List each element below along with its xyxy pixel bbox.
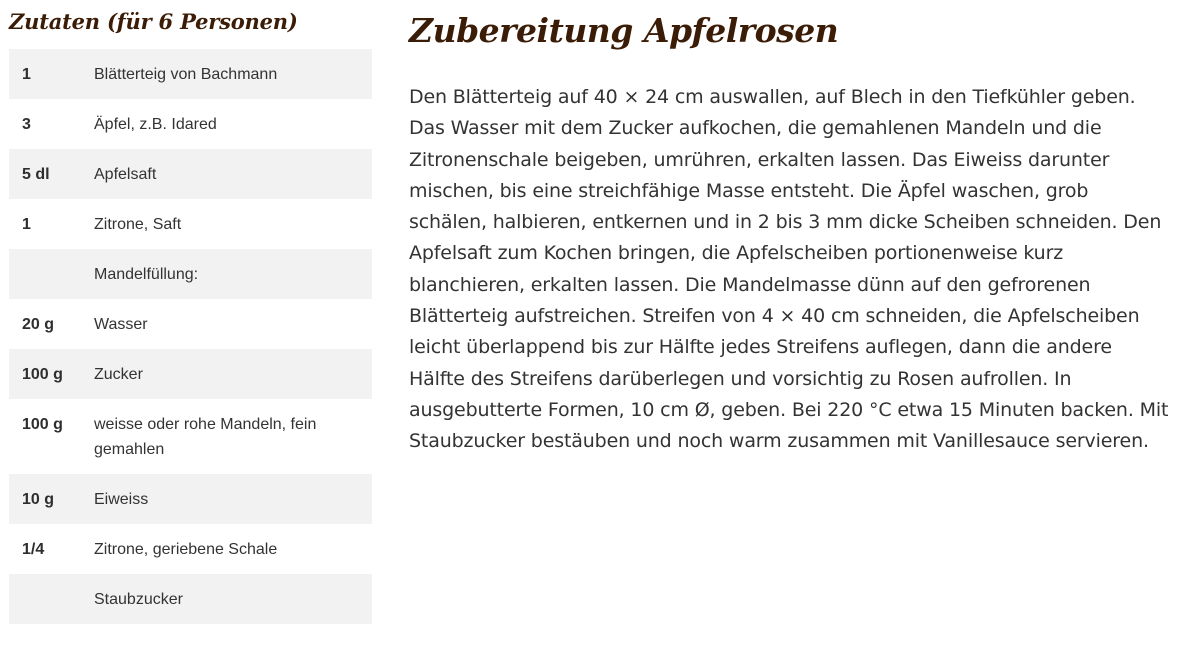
ingredient-quantity: 5 dl: [9, 149, 94, 199]
ingredient-name: Eiweiss: [94, 474, 372, 524]
ingredient-row: 1 Zitrone, Saft: [9, 199, 372, 249]
ingredient-row: 20 g Wasser: [9, 299, 372, 349]
ingredient-quantity: 20 g: [22, 316, 55, 333]
ingredient-name: weisse oder rohe Mandeln, fein gemahlen: [94, 416, 317, 458]
ingredient-row: 100 g Zucker: [9, 349, 372, 399]
ingredient-row: 3 Äpfel, z.B. Idared: [9, 99, 372, 149]
ingredient-quantity: 1: [9, 49, 94, 99]
ingredient-name: Blätterteig von Bachmann: [94, 49, 372, 99]
preparation-text: Den Blätterteig auf 40 × 24 cm auswallen…: [409, 86, 1169, 453]
ingredient-name: Wasser: [94, 316, 148, 333]
ingredients-table: 1 Blätterteig von Bachmann 3 Äpfel, z.B.…: [9, 49, 372, 624]
ingredient-quantity: 3: [22, 116, 31, 133]
ingredient-quantity: 100 g: [22, 416, 63, 433]
ingredient-row: Staubzucker: [9, 574, 372, 624]
ingredient-row: 1/4 Zitrone, geriebene Schale: [9, 524, 372, 574]
ingredient-quantity: 100 g: [9, 349, 94, 399]
ingredient-quantity: 10 g: [9, 474, 94, 524]
ingredient-row: 10 g Eiweiss: [9, 474, 372, 524]
ingredient-name: Staubzucker: [94, 574, 372, 624]
ingredient-name: Zucker: [94, 349, 372, 399]
ingredient-row: 100 g weisse oder rohe Mandeln, fein gem…: [9, 399, 372, 474]
ingredients-section: Zutaten (für 6 Personen) 1 Blätterteig v…: [9, 0, 372, 624]
ingredient-name: Mandelfüllung:: [94, 249, 372, 299]
ingredient-row: 5 dl Apfelsaft: [9, 149, 372, 199]
ingredient-name: Äpfel, z.B. Idared: [94, 116, 217, 133]
ingredient-quantity: [9, 574, 94, 624]
preparation-section: Zubereitung Apfelrosen Den Blätterteig a…: [409, 0, 1169, 458]
ingredients-title: Zutaten (für 6 Personen): [9, 9, 298, 34]
ingredient-quantity: 1: [22, 216, 31, 233]
ingredient-quantity: [9, 249, 94, 299]
ingredient-name: Apfelsaft: [94, 149, 372, 199]
ingredient-row: 1 Blätterteig von Bachmann: [9, 49, 372, 99]
ingredient-quantity: 1/4: [22, 541, 45, 558]
preparation-title: Zubereitung Apfelrosen: [409, 11, 839, 50]
ingredient-name: Zitrone, geriebene Schale: [94, 541, 278, 558]
ingredient-row: Mandelfüllung:: [9, 249, 372, 299]
ingredient-name: Zitrone, Saft: [94, 216, 182, 233]
